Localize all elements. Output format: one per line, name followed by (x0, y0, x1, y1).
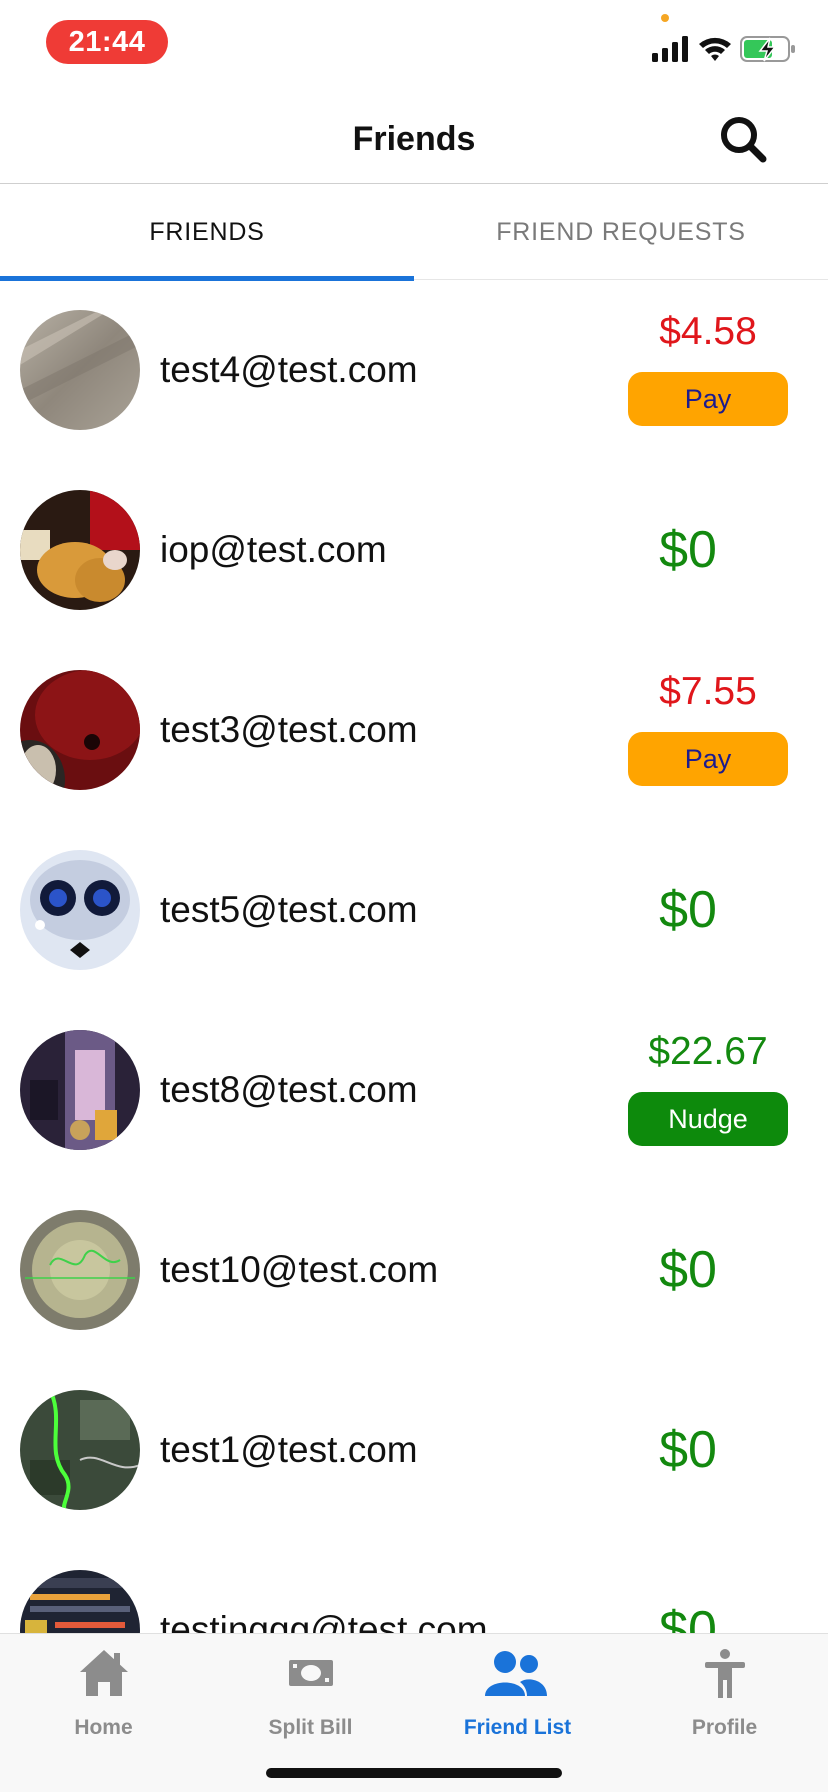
friend-avatar (20, 1210, 140, 1330)
people-icon (485, 1651, 547, 1696)
friend-email: test10@test.com (160, 1249, 439, 1290)
money-icon (289, 1660, 333, 1686)
nav-home[interactable]: Home (0, 1634, 207, 1754)
balance-amount: $22.67 (648, 1030, 768, 1073)
friend-email: iop@test.com (160, 529, 387, 570)
friend-avatar (20, 490, 140, 610)
nav-home-label: Home (74, 1716, 133, 1739)
nav-profile-label: Profile (691, 1716, 758, 1739)
pay-button[interactable]: Pay (628, 372, 788, 426)
status-time: 21:44 (46, 20, 168, 64)
balance-amount: $0 (659, 1421, 717, 1479)
balance-amount: $0 (659, 1601, 717, 1633)
home-icon (80, 1650, 128, 1696)
friend-avatar (20, 850, 140, 970)
tab-friends[interactable]: FRIENDS (0, 185, 414, 281)
friend-email: test4@test.com (160, 349, 418, 390)
balance-amount: $0 (659, 1241, 717, 1299)
search-icon[interactable] (716, 112, 770, 166)
home-indicator (266, 1768, 562, 1778)
friend-list[interactable]: test4@test.com $4.58 Pay iop@test.com $0… (0, 280, 828, 1633)
friend-row[interactable]: test8@test.com $22.67 Nudge (0, 1000, 828, 1180)
friend-row[interactable]: test3@test.com $7.55 Pay (0, 640, 828, 820)
privacy-indicator-dot (661, 14, 669, 22)
nudge-button[interactable]: Nudge (628, 1092, 788, 1146)
friend-email: testinggg@test.com (160, 1609, 488, 1633)
friend-row[interactable]: iop@test.com $0 (0, 460, 828, 640)
tab-friends-label: FRIENDS (149, 218, 265, 246)
friend-avatar (20, 1390, 140, 1510)
status-bar: 21:44 (0, 0, 828, 90)
friend-avatar (20, 310, 140, 430)
tab-friend-requests[interactable]: FRIEND REQUESTS (414, 185, 828, 280)
balance-amount: $7.55 (659, 670, 757, 713)
battery-charging-icon (740, 36, 795, 62)
nav-friend-list-label: Friend List (463, 1716, 572, 1739)
pay-button[interactable]: Pay (628, 732, 788, 786)
nav-profile[interactable]: Profile (621, 1634, 828, 1754)
friend-email: test5@test.com (160, 889, 418, 930)
friend-row[interactable]: test5@test.com $0 (0, 820, 828, 1000)
nav-split-bill-label: Split Bill (268, 1716, 353, 1739)
friend-row[interactable]: test10@test.com $0 (0, 1180, 828, 1360)
balance-amount: $0 (659, 881, 717, 939)
wifi-icon (699, 37, 731, 61)
friend-row[interactable]: testinggg@test.com $0 (0, 1540, 828, 1633)
friend-avatar (20, 1570, 140, 1633)
person-icon (705, 1649, 745, 1698)
balance-amount: $4.58 (659, 310, 757, 353)
friend-avatar (20, 670, 140, 790)
balance-amount: $0 (659, 521, 717, 579)
friends-tab-bar: FRIENDS FRIEND REQUESTS (0, 185, 828, 281)
friend-row[interactable]: test1@test.com $0 (0, 1360, 828, 1540)
nav-split-bill[interactable]: Split Bill (207, 1634, 414, 1754)
friend-row[interactable]: test4@test.com $4.58 Pay (0, 280, 828, 460)
page-title: Friends (352, 120, 476, 158)
friend-email: test1@test.com (160, 1429, 418, 1470)
friend-email: test3@test.com (160, 709, 418, 750)
cellular-signal-icon (652, 36, 688, 62)
friend-email: test8@test.com (160, 1069, 418, 1110)
nav-friend-list[interactable]: Friend List (414, 1634, 621, 1754)
tab-friend-requests-label: FRIEND REQUESTS (496, 218, 746, 246)
friend-avatar (20, 1030, 140, 1150)
app-header: Friends (0, 90, 828, 184)
